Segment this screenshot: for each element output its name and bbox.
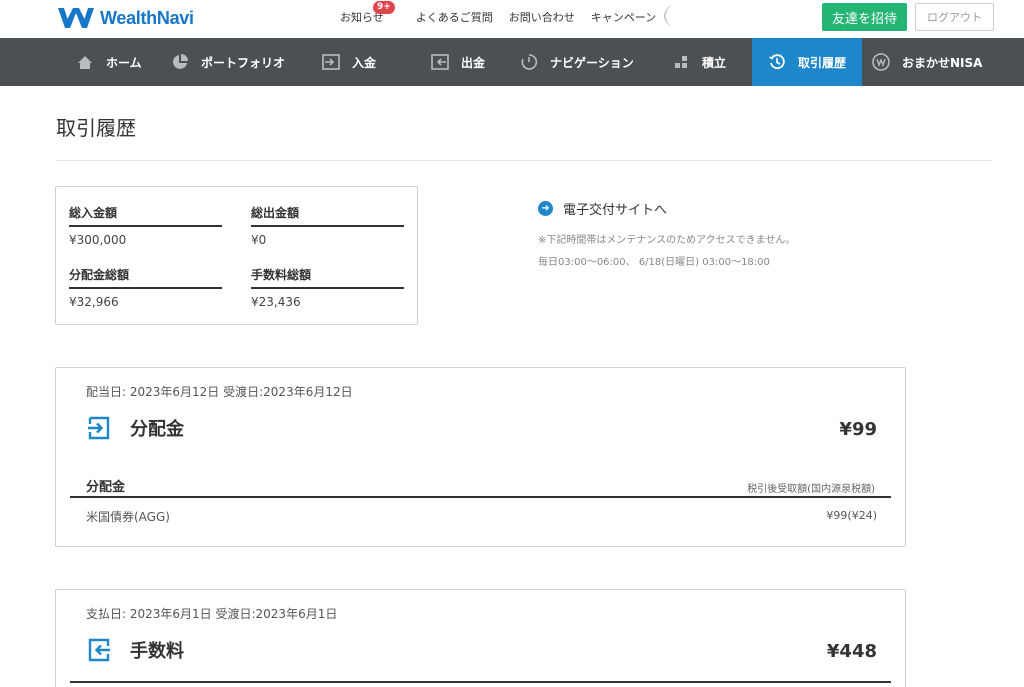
campaign-link[interactable]: キャンペーン: [591, 9, 656, 25]
total-deposit: 総入金額 ¥300,000: [69, 204, 222, 247]
deposit-icon: [322, 53, 340, 71]
main-nav: ホーム ポートフォリオ 入金 出金 ナビゲーション 積立 取引履歴 おまかせNI…: [0, 38, 1024, 86]
maintenance-hours: 毎日03:00〜06:00、 6/18(日曜日) 03:00〜18:00: [538, 257, 770, 268]
nav-item-portfolio[interactable]: ポートフォリオ: [171, 38, 285, 86]
faq-link[interactable]: よくあるご質問: [416, 9, 493, 25]
nav-item-label: ナビゲーション: [550, 55, 634, 70]
transaction-date: 配当日: 2023年6月12日 受渡日:2023年6月12日: [86, 385, 353, 399]
nisa-icon: [872, 53, 890, 71]
home-icon: [76, 53, 94, 71]
detail-row-name: 米国債券(AGG): [86, 510, 170, 524]
page-title: 取引履歴: [56, 116, 136, 140]
withdraw-icon: [88, 638, 110, 662]
deposit-icon: [88, 416, 110, 440]
total-deposit-value: ¥300,000: [69, 233, 127, 247]
withdraw-icon: [431, 53, 449, 71]
arrow-right-circle-icon: ➜: [538, 201, 553, 216]
navigation-icon: [520, 53, 538, 71]
transaction-heading: 手数料: [86, 637, 184, 663]
logout-button[interactable]: ログアウト: [915, 3, 994, 31]
detail-row-value: ¥99(¥24): [826, 509, 877, 522]
nav-item-label: 出金: [461, 55, 486, 70]
detail-header: 分配金 税引後受取額(国内源泉税額): [70, 474, 891, 498]
transaction-amount: ¥448: [826, 641, 877, 662]
maintenance-note: ※下記時間帯はメンテナンスのためアクセスできません。: [538, 235, 796, 246]
nav-item-nisa[interactable]: おまかせNISA: [872, 38, 982, 86]
nav-item-deposit[interactable]: 入金: [322, 38, 376, 86]
nav-item-label: 取引履歴: [798, 55, 847, 70]
total-withdraw: 総出金額 ¥0: [251, 204, 404, 247]
nav-item-label: 積立: [702, 55, 727, 70]
notice-link[interactable]: お知らせ 9+: [340, 1, 400, 25]
nav-item-label: ホーム: [106, 55, 142, 70]
nav-item-history[interactable]: 取引履歴: [752, 38, 862, 86]
nav-item-label: おまかせNISA: [902, 55, 983, 70]
transaction-amount: ¥99: [839, 419, 877, 440]
divider: [56, 160, 992, 161]
wealthnavi-logo-icon: [58, 8, 94, 28]
transaction-heading: 分配金: [86, 415, 184, 441]
total-fee: 手数料総額 ¥23,436: [251, 266, 404, 309]
total-dividend: 分配金総額 ¥32,966: [69, 266, 222, 309]
denshi-link-label: 電子交付サイトへ: [563, 203, 668, 218]
detail-title: 分配金: [86, 480, 126, 495]
transaction-card: 配当日: 2023年6月12日 受渡日:2023年6月12日 分配金 ¥99 分…: [55, 367, 906, 547]
transaction-date: 支払日: 2023年6月1日 受渡日:2023年6月1日: [86, 607, 338, 621]
nav-item-navigation[interactable]: ナビゲーション: [520, 38, 634, 86]
nav-item-home[interactable]: ホーム: [76, 38, 142, 86]
top-links: お知らせ 9+ よくあるご質問 お問い合わせ キャンペーン: [340, 1, 672, 25]
logo[interactable]: WealthNavi: [56, 4, 194, 32]
nav-item-tsumitate[interactable]: 積立: [672, 38, 726, 86]
logo-text: WealthNavi: [100, 7, 194, 28]
contact-link[interactable]: お問い合わせ: [509, 9, 575, 25]
transaction-type: 手数料: [130, 641, 184, 662]
detail-note: 税引後受取額(国内源泉税額): [747, 484, 875, 495]
denshi-link[interactable]: ➜ 電子交付サイトへ: [538, 199, 667, 218]
transaction-card: 支払日: 2023年6月1日 受渡日:2023年6月1日 手数料 ¥448: [55, 589, 906, 687]
summary-box: 総入金額 ¥300,000 総出金額 ¥0 分配金総額 ¥32,966 手数料総…: [55, 186, 418, 325]
total-dividend-label: 分配金総額: [69, 266, 222, 289]
nav-item-withdraw[interactable]: 出金: [431, 38, 485, 86]
history-icon: [768, 53, 786, 71]
invite-friend-button[interactable]: 友達を招待: [822, 3, 907, 31]
nav-item-label: ポートフォリオ: [201, 55, 286, 70]
pie-chart-icon: [171, 53, 189, 71]
nav-item-label: 入金: [352, 55, 377, 70]
total-deposit-label: 総入金額: [69, 204, 222, 227]
total-withdraw-value: ¥0: [251, 233, 267, 247]
top-header: WealthNavi お知らせ 9+ よくあるご質問 お問い合わせ キャンペーン…: [0, 0, 1024, 38]
total-fee-value: ¥23,436: [251, 295, 301, 309]
total-withdraw-label: 総出金額: [251, 204, 404, 227]
total-fee-label: 手数料総額: [251, 266, 404, 289]
transaction-type: 分配金: [130, 419, 184, 440]
notice-badge: 9+: [373, 1, 395, 14]
blocks-icon: [672, 53, 690, 71]
total-dividend-value: ¥32,966: [69, 295, 119, 309]
detail-divider: [70, 681, 891, 683]
loading-spinner-icon: [664, 5, 686, 27]
